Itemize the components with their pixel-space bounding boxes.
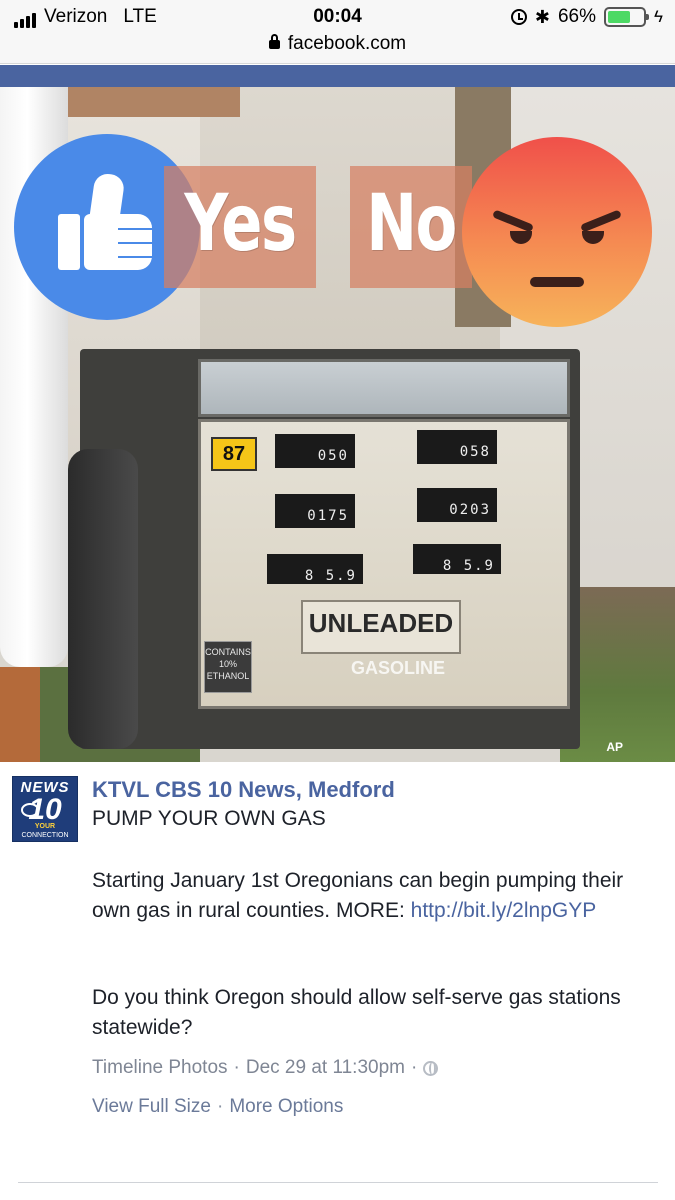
vote-no-text: No	[366, 179, 457, 269]
pump-face: 87 050 0175 8 5.9 058 0203 8 5.9 UNLEADE…	[198, 419, 570, 709]
photo-credit: AP	[606, 740, 623, 754]
article-link[interactable]: http://bit.ly/2lnpGYP	[411, 899, 597, 922]
avatar-connection: CONNECTION	[21, 832, 69, 839]
meter-total-right: 058	[417, 430, 497, 464]
divider	[18, 1182, 658, 1183]
gas-pump: 87 050 0175 8 5.9 058 0203 8 5.9 UNLEADE…	[68, 349, 580, 749]
meter-gallons-left: 0175	[275, 494, 355, 528]
charging-icon: ϟ	[654, 7, 663, 26]
bluetooth-icon: ✱	[534, 6, 550, 27]
page-name-link[interactable]: KTVL CBS 10 News, Medford	[92, 777, 395, 803]
lock-icon	[268, 34, 280, 49]
post-photo[interactable]: 87 050 0175 8 5.9 058 0203 8 5.9 UNLEADE…	[0, 87, 675, 762]
meter-gallons-right: 0203	[417, 488, 497, 522]
actions-separator: ·	[216, 1096, 224, 1117]
unleaded-label: UNLEADED	[308, 608, 454, 638]
post-body: Starting January 1st Oregonians can begi…	[92, 866, 652, 926]
alarm-icon	[510, 9, 527, 25]
roof-trim	[40, 87, 240, 117]
unleaded-plate: UNLEADED	[301, 600, 461, 654]
pump-nozzle	[68, 449, 138, 749]
facebook-toolbar	[0, 65, 675, 87]
rusty-pole	[0, 667, 40, 762]
avatar-your: YOUR	[34, 823, 56, 830]
post-question: Do you think Oregon should allow self-se…	[92, 986, 621, 1039]
url-text: facebook.com	[287, 33, 407, 54]
vote-yes-box: Yes	[164, 166, 316, 288]
status-bar: Verizon LTE 00:04 facebook.com ✱ 66% ϟ	[0, 0, 675, 64]
ethanol-label: CONTAINS 10% ETHANOL	[204, 641, 252, 693]
vote-no-box: No	[350, 166, 472, 288]
battery-icon	[604, 7, 649, 27]
vote-yes-text: Yes	[184, 179, 297, 269]
battery-percent: 66%	[557, 6, 596, 27]
status-icons: ✱ 66% ϟ	[510, 6, 663, 28]
view-full-size-link[interactable]: View Full Size	[92, 1096, 211, 1118]
thumbs-up-icon	[58, 170, 158, 280]
globe-icon	[423, 1060, 439, 1076]
meta-separator: ·	[411, 1057, 418, 1078]
avatar-channel: 10	[28, 793, 62, 826]
timestamp-link[interactable]: Dec 29 at 11:30pm	[246, 1057, 405, 1079]
angry-reaction-icon	[462, 137, 652, 327]
meter-total-left: 050	[275, 434, 355, 468]
meta-separator: ·	[233, 1057, 240, 1078]
post-meta: Timeline Photos · Dec 29 at 11:30pm ·	[92, 1057, 439, 1079]
photo-actions: View Full Size · More Options	[92, 1096, 343, 1118]
meter-price-left: 8 5.9	[267, 554, 363, 584]
more-options-link[interactable]: More Options	[229, 1096, 343, 1118]
octane-tag: 87	[211, 437, 257, 471]
post-headline: PUMP YOUR OWN GAS	[92, 807, 326, 830]
meter-price-right: 8 5.9	[413, 544, 501, 574]
post-caption: NEWS 10 YOUR CONNECTION KTVL CBS 10 News…	[0, 762, 675, 1200]
address-bar[interactable]: facebook.com	[0, 33, 675, 55]
gasoline-label: GASOLINE	[351, 658, 446, 678]
page-avatar[interactable]: NEWS 10 YOUR CONNECTION	[12, 776, 78, 842]
album-link[interactable]: Timeline Photos	[92, 1057, 228, 1079]
pump-top-panel	[198, 359, 570, 417]
